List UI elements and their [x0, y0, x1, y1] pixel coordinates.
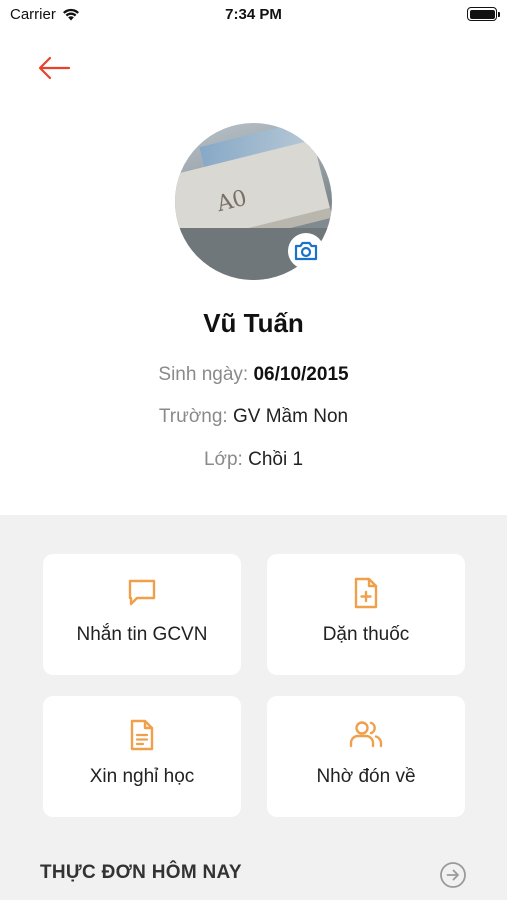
message-teacher-button[interactable]: Nhắn tin GCVN	[43, 554, 241, 675]
class-label: Lớp:	[203, 449, 249, 470]
school-line: Trường: GV Mầm Non	[0, 406, 507, 428]
student-name: Vũ Tuấn	[203, 308, 304, 338]
leave-request-button[interactable]: Xin nghỉ học	[43, 696, 241, 817]
users-icon	[349, 721, 383, 748]
arrow-right-circle-icon	[440, 862, 466, 888]
class-line: Lớp: Chồi 1	[0, 449, 507, 471]
camera-icon	[294, 241, 318, 261]
clock: 7:34 PM	[225, 6, 282, 23]
dob-value: 06/10/2015	[253, 364, 349, 385]
today-menu-button[interactable]	[439, 861, 467, 889]
today-menu-title: THỰC ĐƠN HÔM NAY	[40, 862, 242, 883]
message-teacher-label: Nhắn tin GCVN	[76, 624, 208, 645]
leave-request-label: Xin nghỉ học	[89, 766, 195, 787]
medicine-file-icon	[354, 577, 378, 609]
pickup-request-button[interactable]: Nhờ đón về	[267, 696, 465, 817]
battery-icon	[467, 7, 500, 21]
medicine-request-label: Dặn thuốc	[322, 624, 410, 645]
message-icon	[128, 579, 156, 606]
school-value: GV Mầm Non	[233, 406, 349, 427]
document-icon	[130, 719, 154, 751]
class-value: Chồi 1	[248, 449, 304, 470]
dob-line: Sinh ngày: 06/10/2015	[0, 364, 507, 386]
medicine-request-button[interactable]: Dặn thuốc	[267, 554, 465, 675]
school-label: Trường:	[158, 406, 233, 427]
dob-label: Sinh ngày:	[158, 364, 254, 385]
back-button[interactable]	[36, 54, 72, 82]
status-bar: Carrier 7:34 PM	[0, 0, 507, 30]
change-photo-button[interactable]	[288, 233, 324, 269]
pickup-request-label: Nhờ đón về	[316, 766, 416, 787]
avatar-container: A0	[175, 123, 332, 280]
back-arrow-icon	[38, 56, 71, 80]
